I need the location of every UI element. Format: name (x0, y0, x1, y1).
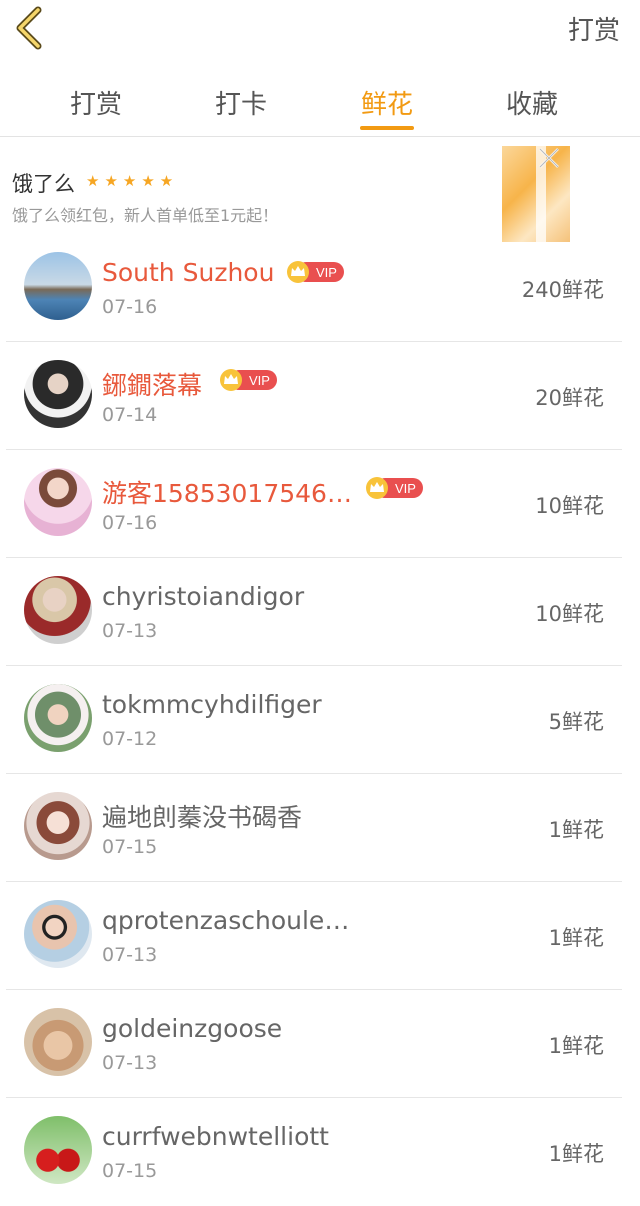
list-item[interactable]: South Suzhou VIP 07-16 240鲜花 (0, 234, 640, 342)
vip-badge-label: VIP (249, 373, 270, 388)
tab-reward[interactable]: 打赏 (36, 84, 156, 121)
list-item[interactable]: 遍地剆蓁没书碣香 07-15 1鲜花 (0, 774, 640, 882)
user-name: currfwebnwtelliott (102, 1122, 329, 1151)
reward-action-button[interactable]: 打赏 (568, 10, 620, 47)
tab-checkin[interactable]: 打卡 (181, 84, 301, 121)
flower-count: 240鲜花 (521, 278, 604, 302)
flower-count: 10鲜花 (535, 602, 604, 626)
user-name: qprotenzaschoule… (102, 906, 350, 935)
user-name: 鋣鐗落幕 (102, 371, 203, 400)
user-name: South Suzhou (102, 258, 275, 287)
date: 07-12 (102, 728, 158, 750)
ad-close-button[interactable] (537, 146, 561, 170)
flower-supporter-list: South Suzhou VIP 07-16 240鲜花 鋣鐗落幕 VIP 07… (0, 234, 640, 1206)
back-button[interactable] (8, 4, 48, 52)
avatar (24, 1008, 92, 1076)
avatar (24, 468, 92, 536)
avatar (24, 360, 92, 428)
tab-flowers[interactable]: 鲜花 (327, 84, 447, 121)
list-item[interactable]: 鋣鐗落幕 VIP 07-14 20鲜花 (0, 342, 640, 450)
vip-badge-label: VIP (316, 265, 337, 280)
user-name: 遍地剆蓁没书碣香 (102, 803, 303, 832)
avatar (24, 252, 92, 320)
date: 07-13 (102, 944, 158, 966)
list-item[interactable]: goldeinzgoose 07-13 1鲜花 (0, 990, 640, 1098)
close-icon (539, 148, 559, 168)
user-name: chyristoiandigor (102, 582, 305, 611)
list-item[interactable]: 游客15853017546… VIP 07-16 10鲜花 (0, 450, 640, 558)
list-item[interactable]: qprotenzaschoule… 07-13 1鲜花 (0, 882, 640, 990)
active-tab-indicator (360, 126, 414, 130)
ad-banner[interactable]: 饿了么 ★★★★★ 饿了么领红包，新人首单低至1元起！ (0, 136, 640, 242)
flower-count: 1鲜花 (548, 818, 604, 842)
avatar (24, 792, 92, 860)
flower-count: 10鲜花 (535, 494, 604, 518)
user-name: 游客15853017546… (102, 479, 352, 508)
list-item[interactable]: chyristoiandigor 07-13 10鲜花 (0, 558, 640, 666)
vip-badge-label: VIP (395, 481, 416, 496)
user-name: tokmmcyhdilfiger (102, 690, 322, 719)
tab-bar: 打赏 打卡 鲜花 收藏 (0, 72, 640, 137)
vip-badge-icon: VIP (287, 261, 344, 283)
user-name: goldeinzgoose (102, 1014, 283, 1043)
avatar (24, 576, 92, 644)
date: 07-13 (102, 1052, 158, 1074)
top-bar: 打赏 (0, 0, 640, 66)
avatar (24, 684, 92, 752)
vip-badge-icon: VIP (220, 369, 277, 391)
rating-stars-icon: ★★★★★ (86, 172, 179, 190)
flower-count: 1鲜花 (548, 1034, 604, 1058)
tab-favorites[interactable]: 收藏 (472, 84, 592, 121)
date: 07-14 (102, 404, 158, 426)
vip-badge-icon: VIP (366, 477, 423, 499)
avatar (24, 1116, 92, 1184)
avatar (24, 900, 92, 968)
ad-description: 饿了么领红包，新人首单低至1元起！ (12, 206, 279, 225)
date: 07-15 (102, 836, 158, 858)
date: 07-16 (102, 512, 158, 534)
flower-count: 1鲜花 (548, 926, 604, 950)
date: 07-16 (102, 296, 158, 318)
ad-title: 饿了么 (12, 172, 75, 196)
flower-count: 1鲜花 (548, 1142, 604, 1166)
flower-count: 20鲜花 (535, 386, 604, 410)
list-item[interactable]: tokmmcyhdilfiger 07-12 5鲜花 (0, 666, 640, 774)
flower-count: 5鲜花 (548, 710, 604, 734)
chevron-left-icon (16, 6, 42, 50)
date: 07-15 (102, 1160, 158, 1182)
list-item[interactable]: currfwebnwtelliott 07-15 1鲜花 (0, 1098, 640, 1206)
date: 07-13 (102, 620, 158, 642)
